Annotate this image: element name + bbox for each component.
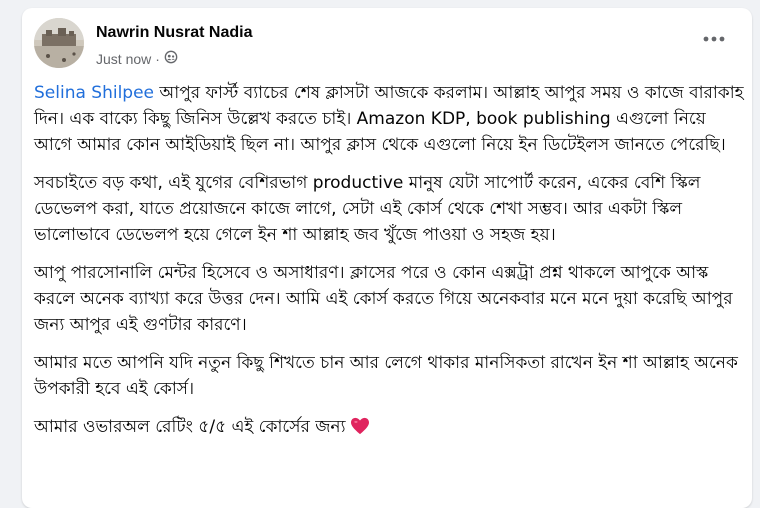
post-card: Nawrin Nusrat Nadia Just now · Selina Sh… bbox=[22, 8, 752, 508]
author-name[interactable]: Nawrin Nusrat Nadia bbox=[96, 24, 252, 42]
separator: · bbox=[155, 50, 160, 67]
more-icon[interactable] bbox=[702, 30, 726, 50]
paragraph-3: আপু পারসোনালি মেন্টর হিসেবে ও অসাধারণ। ক… bbox=[34, 263, 733, 335]
post-body: Selina Shilpee আপুর ফার্স্ট ব্যাচের শেষ … bbox=[34, 80, 744, 455]
rating-text: আমার ওভারঅল রেটিং ৫/৫ এই কোর্সের জন্য bbox=[34, 417, 346, 437]
paragraph-1: Selina Shilpee আপুর ফার্স্ট ব্যাচের শেষ … bbox=[34, 80, 744, 158]
avatar-image bbox=[34, 18, 84, 68]
paragraph-2: সবচাইতে বড় কথা, এই যুগের বেশিরভাগ produ… bbox=[34, 173, 701, 245]
friends-icon[interactable] bbox=[164, 50, 178, 67]
paragraph-4: আমার মতে আপনি যদি নতুন কিছু শিখতে চান আর… bbox=[34, 353, 738, 399]
avatar[interactable] bbox=[34, 18, 84, 68]
heart-icon bbox=[350, 417, 370, 443]
mention-link[interactable]: Selina Shilpee bbox=[34, 83, 154, 103]
post-meta: Just now · bbox=[96, 50, 178, 67]
paragraph-5: আমার ওভারঅল রেটিং ৫/৫ এই কোর্সের জন্য bbox=[34, 414, 744, 443]
timestamp[interactable]: Just now bbox=[96, 51, 151, 67]
